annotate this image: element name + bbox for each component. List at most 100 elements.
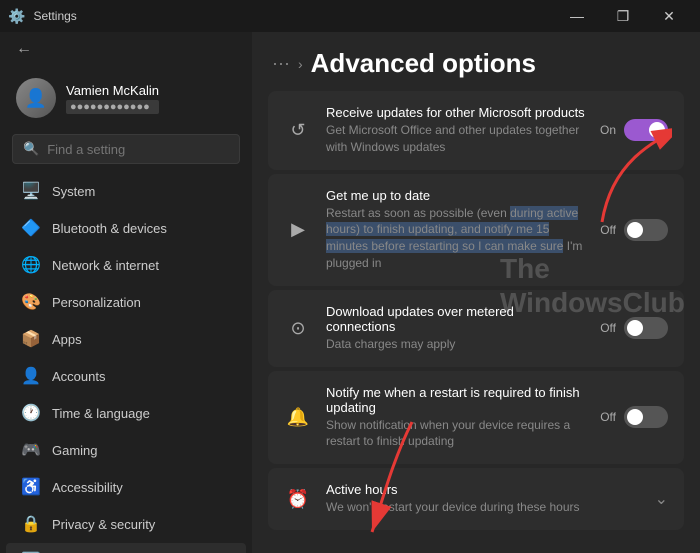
toggle-thumb-4: [627, 409, 643, 425]
metered-right: Off: [600, 317, 668, 339]
accounts-icon: 👤: [22, 367, 40, 385]
avatar: 👤: [16, 78, 56, 118]
breadcrumb-chevron: ›: [298, 56, 303, 72]
metered-desc: Data charges may apply: [326, 336, 586, 353]
sidebar-label-network: Network & internet: [52, 258, 159, 273]
gaming-icon: 🎮: [22, 441, 40, 459]
sidebar-label-accounts: Accounts: [52, 369, 105, 384]
active-hours-content: Active hours We won't restart your devic…: [326, 482, 641, 516]
network-icon: 🌐: [22, 256, 40, 274]
sidebar-label-system: System: [52, 184, 95, 199]
get-up-to-date-icon: ▶: [284, 216, 312, 244]
sidebar-label-privacy: Privacy & security: [52, 517, 155, 532]
setting-item-receive-updates: ↺ Receive updates for other Microsoft pr…: [268, 91, 684, 170]
metered-title: Download updates over metered connection…: [326, 304, 586, 334]
setting-item-active-hours: ⏰ Active hours We won't restart your dev…: [268, 468, 684, 530]
sidebar-label-accessibility: Accessibility: [52, 480, 123, 495]
setting-item-get-up-to-date: ▶ Get me up to date Restart as soon as p…: [268, 174, 684, 286]
apps-icon: 📦: [22, 330, 40, 348]
sidebar-item-gaming[interactable]: 🎮 Gaming: [6, 432, 246, 468]
expand-icon[interactable]: ⌄: [655, 489, 668, 509]
active-hours-desc: We won't restart your device during thes…: [326, 499, 641, 516]
sidebar-user[interactable]: 👤 Vamien McKalin ●●●●●●●●●●●●: [0, 66, 252, 130]
get-up-to-date-title: Get me up to date: [326, 188, 586, 203]
minimize-button[interactable]: —: [554, 0, 600, 32]
sidebar-item-accounts[interactable]: 👤 Accounts: [6, 358, 246, 394]
receive-updates-icon: ↺: [284, 116, 312, 144]
notify-restart-right: Off: [600, 406, 668, 428]
receive-updates-desc: Get Microsoft Office and other updates t…: [326, 122, 586, 156]
settings-list: ↺ Receive updates for other Microsoft pr…: [252, 91, 700, 550]
sidebar-label-time: Time & language: [52, 406, 150, 421]
user-info: Vamien McKalin ●●●●●●●●●●●●: [66, 83, 159, 114]
app-container: ← 👤 Vamien McKalin ●●●●●●●●●●●● 🔍 🖥️ Sys…: [0, 32, 700, 553]
active-hours-icon: ⏰: [284, 485, 312, 513]
setting-item-metered: ⊙ Download updates over metered connecti…: [268, 290, 684, 367]
user-email: ●●●●●●●●●●●●: [66, 100, 159, 114]
metered-toggle-label: Off: [600, 321, 616, 335]
setting-item-notify-restart: 🔔 Notify me when a restart is required t…: [268, 371, 684, 465]
toggle-thumb: [649, 122, 665, 138]
toggle-thumb-3: [627, 320, 643, 336]
search-icon: 🔍: [23, 141, 39, 157]
sidebar-label-apps: Apps: [52, 332, 82, 347]
search-input[interactable]: [47, 142, 229, 157]
active-hours-title: Active hours: [326, 482, 641, 497]
notify-restart-desc: Show notification when your device requi…: [326, 417, 586, 451]
app-icon: ⚙️: [8, 8, 25, 25]
notify-restart-toggle-label: Off: [600, 410, 616, 424]
bluetooth-icon: 🔷: [22, 219, 40, 237]
sidebar-item-system[interactable]: 🖥️ System: [6, 173, 246, 209]
time-icon: 🕐: [22, 404, 40, 422]
back-arrow-icon: ←: [16, 40, 32, 58]
sidebar-label-personalization: Personalization: [52, 295, 141, 310]
get-up-to-date-content: Get me up to date Restart as soon as pos…: [326, 188, 586, 272]
sidebar: ← 👤 Vamien McKalin ●●●●●●●●●●●● 🔍 🖥️ Sys…: [0, 32, 252, 553]
sidebar-item-time[interactable]: 🕐 Time & language: [6, 395, 246, 431]
metered-content: Download updates over metered connection…: [326, 304, 586, 353]
metered-icon: ⊙: [284, 314, 312, 342]
receive-updates-right: On: [600, 119, 668, 141]
sidebar-item-privacy[interactable]: 🔒 Privacy & security: [6, 506, 246, 542]
get-up-to-date-toggle[interactable]: [624, 219, 668, 241]
sidebar-item-accessibility[interactable]: ♿ Accessibility: [6, 469, 246, 505]
sidebar-item-apps[interactable]: 📦 Apps: [6, 321, 246, 357]
title-bar: ⚙️ Settings — ❐ ✕: [0, 0, 700, 32]
notify-restart-title: Notify me when a restart is required to …: [326, 385, 586, 415]
get-up-to-date-right: Off: [600, 219, 668, 241]
sidebar-item-network[interactable]: 🌐 Network & internet: [6, 247, 246, 283]
back-button[interactable]: ←: [0, 32, 252, 66]
personalization-icon: 🎨: [22, 293, 40, 311]
main-content: The WindowsClub ··· › Adva: [252, 32, 700, 553]
sidebar-item-windows-update[interactable]: 🔄 Windows Update: [6, 543, 246, 553]
page-title: Advanced options: [311, 48, 536, 79]
search-box[interactable]: 🔍: [12, 134, 240, 164]
active-hours-right: ⌄: [655, 489, 668, 509]
receive-updates-title: Receive updates for other Microsoft prod…: [326, 105, 586, 120]
get-up-to-date-desc: Restart as soon as possible (even during…: [326, 205, 586, 272]
title-bar-controls: — ❐ ✕: [554, 0, 692, 32]
notify-restart-content: Notify me when a restart is required to …: [326, 385, 586, 451]
sidebar-item-personalization[interactable]: 🎨 Personalization: [6, 284, 246, 320]
avatar-image: 👤: [16, 78, 56, 118]
get-up-to-date-toggle-label: Off: [600, 223, 616, 237]
sidebar-label-gaming: Gaming: [52, 443, 98, 458]
sidebar-nav: 🖥️ System 🔷 Bluetooth & devices 🌐 Networ…: [0, 172, 252, 553]
sidebar-item-bluetooth[interactable]: 🔷 Bluetooth & devices: [6, 210, 246, 246]
accessibility-icon: ♿: [22, 478, 40, 496]
privacy-icon: 🔒: [22, 515, 40, 533]
notify-restart-toggle[interactable]: [624, 406, 668, 428]
breadcrumb-dots[interactable]: ···: [272, 53, 290, 74]
main-header: ··· › Advanced options: [252, 32, 700, 91]
receive-updates-toggle[interactable]: [624, 119, 668, 141]
metered-toggle[interactable]: [624, 317, 668, 339]
system-icon: 🖥️: [22, 182, 40, 200]
sidebar-label-bluetooth: Bluetooth & devices: [52, 221, 167, 236]
toggle-thumb-2: [627, 222, 643, 238]
title-bar-left: ⚙️ Settings: [8, 8, 77, 25]
user-name: Vamien McKalin: [66, 83, 159, 98]
close-button[interactable]: ✕: [646, 0, 692, 32]
title-bar-title: Settings: [33, 9, 76, 23]
maximize-button[interactable]: ❐: [600, 0, 646, 32]
receive-updates-toggle-label: On: [600, 123, 616, 137]
